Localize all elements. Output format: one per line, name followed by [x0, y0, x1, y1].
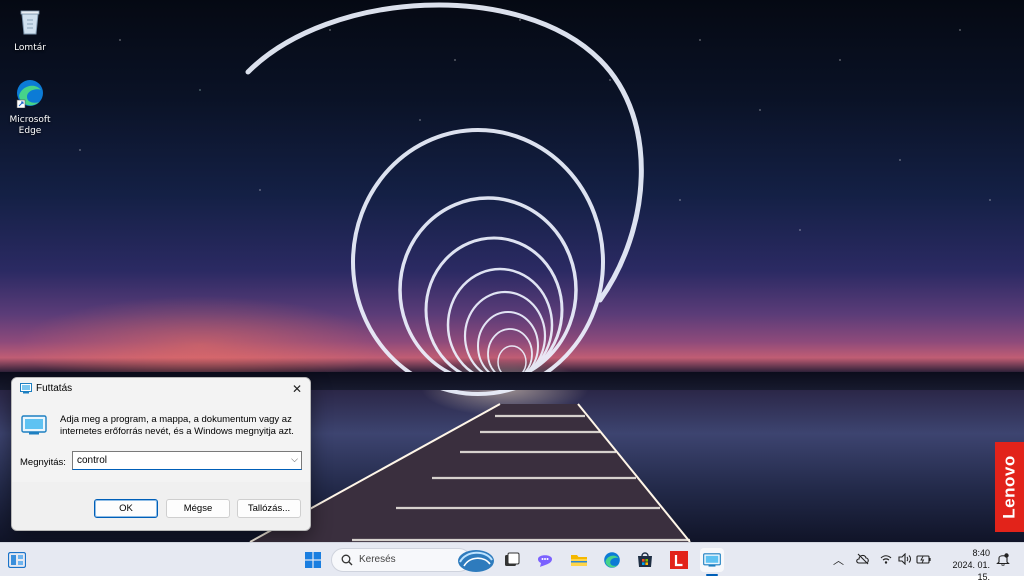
- store-button[interactable]: [633, 548, 657, 572]
- desktop-icon-label: Microsoft Edge: [9, 115, 51, 136]
- recycle-bin-icon: [20, 10, 40, 35]
- lenovo-app-icon: [670, 551, 688, 569]
- clock-time: 8:40: [972, 548, 990, 558]
- taskbar-search[interactable]: Keresés: [331, 548, 471, 572]
- run-dialog: Futtatás ✕ Adja meg a program, a mappa, …: [11, 377, 311, 531]
- edge-icon: [604, 552, 620, 568]
- start-button[interactable]: [301, 548, 325, 572]
- close-button[interactable]: ✕: [288, 380, 306, 398]
- wifi-icon[interactable]: [880, 553, 892, 565]
- run-taskbar-button[interactable]: [700, 548, 724, 572]
- open-input[interactable]: control: [77, 455, 107, 466]
- browse-button[interactable]: Tallózás...: [237, 499, 301, 518]
- start-icon: [305, 552, 321, 568]
- dialog-title: Futtatás: [36, 383, 73, 394]
- task-view-button[interactable]: [500, 548, 524, 572]
- desktop-icon-label: Lomtár: [14, 43, 46, 53]
- edge-icon: [16, 80, 43, 109]
- search-placeholder: Keresés: [359, 554, 396, 565]
- widgets-icon: [8, 552, 26, 568]
- close-icon: ✕: [291, 382, 303, 396]
- taskbar: Keresés ︿ 8:40 2024. 01. 15.: [0, 542, 1024, 582]
- lenovo-app-button[interactable]: [667, 548, 691, 572]
- task-view-icon: [505, 552, 520, 566]
- onedrive-icon[interactable]: [856, 553, 870, 565]
- search-highlight-art[interactable]: [456, 546, 496, 574]
- teams-chat-button[interactable]: [533, 548, 557, 572]
- battery-icon[interactable]: [916, 553, 932, 565]
- volume-icon[interactable]: [898, 553, 912, 565]
- search-icon: [341, 554, 353, 566]
- widgets-button[interactable]: [5, 548, 29, 572]
- clock-date: 2024. 01. 15.: [952, 560, 990, 582]
- edge-taskbar-button[interactable]: [600, 548, 624, 572]
- dialog-description: Adja meg a program, a mappa, a dokumentu…: [60, 414, 294, 437]
- taskbar-clock[interactable]: 8:40 2024. 01. 15.: [938, 547, 990, 583]
- file-explorer-icon: [571, 555, 587, 566]
- dialog-titlebar[interactable]: Futtatás ✕: [12, 378, 310, 400]
- lenovo-brand-text: Lenovo: [999, 455, 1019, 519]
- teams-chat-icon: [538, 555, 552, 567]
- run-icon: [20, 383, 32, 394]
- run-icon: [703, 553, 721, 567]
- desktop-icon-recycle-bin[interactable]: Lomtár: [0, 6, 60, 54]
- cancel-button[interactable]: Mégse: [166, 499, 230, 518]
- run-large-icon: [21, 415, 47, 435]
- ok-button[interactable]: OK: [94, 499, 158, 518]
- store-icon: [638, 552, 652, 567]
- open-label: Megnyitás:: [20, 457, 66, 468]
- file-explorer-button[interactable]: [567, 548, 591, 572]
- open-combobox[interactable]: control ⌵: [72, 451, 302, 470]
- lenovo-brand-badge: Lenovo: [995, 442, 1024, 532]
- desktop-icon-edge[interactable]: Microsoft Edge: [0, 78, 60, 137]
- chevron-up-icon[interactable]: ︿: [833, 552, 844, 568]
- chevron-down-icon[interactable]: ⌵: [291, 454, 298, 465]
- notification-icon[interactable]: [996, 552, 1010, 566]
